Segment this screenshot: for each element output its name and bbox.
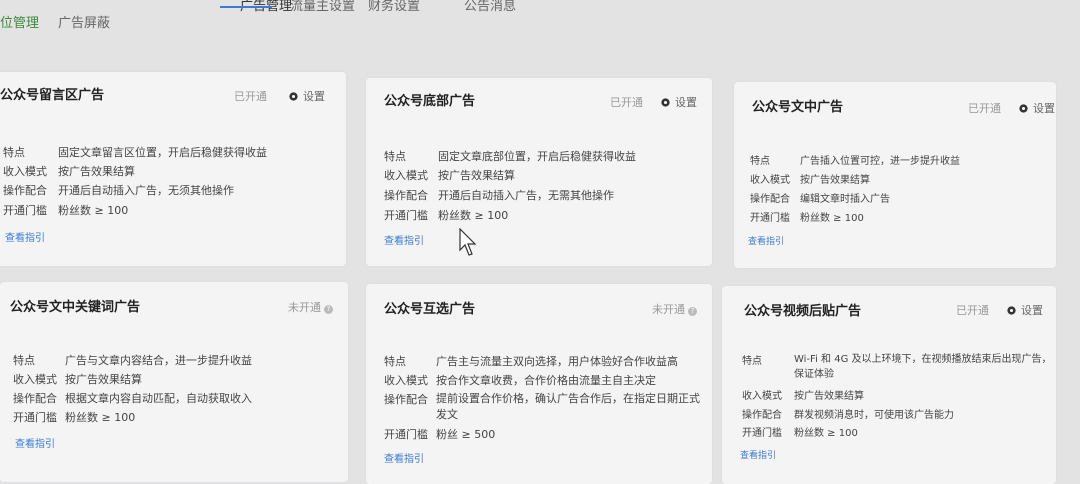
ad-card-video-post-roll: 公众号视频后贴广告 已开通 设置 特点 Wi-Fi 和 4G 及以上环境下，在视频…: [722, 286, 1056, 484]
feature-row: 特点 Wi-Fi 和 4G 及以上环境下，在视频播放结束后出现广告， 保证体验: [742, 354, 1052, 380]
status-badge: 已开通: [956, 304, 989, 317]
card-title: 公众号文中关键词广告: [10, 300, 141, 315]
help-icon[interactable]: ?: [324, 305, 333, 314]
threshold-row: 开通门槛 粉丝数 ≥ 100: [3, 204, 129, 217]
income-row: 收入模式 按合作文章收费，合作价格由流量主自主决定: [384, 374, 656, 387]
card-title: 公众号文中广告: [752, 100, 844, 115]
gear-icon: [289, 91, 298, 101]
feature-row: 特点 固定文章留言区位置，开启后稳健获得收益: [3, 146, 267, 159]
settings-button[interactable]: 设置: [1018, 100, 1055, 116]
operation-row: 操作配合 开通后自动插入广告，无需其他操作: [384, 189, 614, 202]
view-guide-link[interactable]: 查看指引: [740, 448, 776, 461]
view-guide-link[interactable]: 查看指引: [15, 435, 55, 450]
nav-finance-settings[interactable]: 财务设置: [368, 0, 420, 14]
subnav-ad-slot-management[interactable]: 位管理: [0, 12, 39, 31]
top-navigation: 广告管理 流量主设置 财务设置 公告消息: [0, 0, 1080, 14]
feature-row: 特点 固定文章底部位置，开启后稳健获得收益: [384, 150, 636, 163]
threshold-row: 开通门槛 粉丝数 ≥ 100: [750, 213, 864, 224]
card-title: 公众号互选广告: [384, 302, 476, 317]
settings-label: 设置: [1021, 304, 1043, 317]
income-row: 收入模式 按广告效果结算: [384, 169, 515, 182]
feature-row: 特点 广告与文章内容结合，进一步提升收益: [13, 354, 252, 367]
income-row: 收入模式 按广告效果结算: [13, 373, 142, 386]
threshold-row: 开通门槛 粉丝 ≥ 500: [384, 428, 496, 441]
threshold-row: 开通门槛 粉丝数 ≥ 100: [384, 209, 509, 222]
ad-card-in-article: 公众号文中广告 已开通 设置 特点 广告插入位置可控，进一步提升收益 收入模式 按广…: [734, 82, 1056, 268]
nav-announcements[interactable]: 公告消息: [464, 0, 516, 14]
feature-row: 特点 广告主与流量主双向选择，用户体验好合作收益高: [384, 355, 678, 368]
threshold-row: 开通门槛 粉丝数 ≥ 100: [742, 428, 858, 439]
view-guide-link[interactable]: 查看指引: [5, 229, 45, 244]
status-badge: 未开通?: [288, 299, 333, 315]
ad-card-mutual-selection: 公众号互选广告 未开通? 特点 广告主与流量主双向选择，用户体验好合作收益高 收入…: [366, 284, 712, 484]
gear-icon: [1019, 103, 1028, 113]
settings-button[interactable]: 设置: [660, 94, 697, 110]
subnav-ad-blocking[interactable]: 广告屏蔽: [58, 12, 110, 31]
operation-row: 操作配合 提前设置合作价格，确认广告合作后，在指定日期正式 发文: [384, 392, 700, 421]
settings-label: 设置: [675, 96, 697, 109]
view-guide-link[interactable]: 查看指引: [384, 450, 424, 465]
view-guide-link[interactable]: 查看指引: [384, 232, 424, 247]
view-guide-link[interactable]: 查看指引: [748, 234, 784, 247]
ad-card-bottom: 公众号底部广告 已开通 设置 特点 固定文章底部位置，开启后稳健获得收益 收入模式…: [366, 78, 712, 266]
settings-button[interactable]: 设置: [288, 88, 325, 104]
gear-icon: [661, 97, 670, 107]
threshold-row: 开通门槛 粉丝数 ≥ 100: [13, 411, 136, 424]
operation-row: 操作配合 根据文章内容自动匹配，自动获取收入: [13, 392, 252, 405]
status-badge: 已开通: [234, 90, 267, 103]
operation-row: 操作配合 开通后自动插入广告，无须其他操作: [3, 184, 234, 197]
income-row: 收入模式 按广告效果结算: [742, 391, 864, 402]
status-badge: 未开通?: [652, 301, 697, 317]
settings-label: 设置: [303, 90, 325, 103]
settings-button[interactable]: 设置: [1006, 302, 1043, 318]
operation-row: 操作配合 群发视频消息时，可使用该广告能力: [742, 410, 954, 421]
help-icon[interactable]: ?: [688, 307, 697, 316]
card-title: 公众号底部广告: [384, 94, 476, 109]
income-row: 收入模式 按广告效果结算: [750, 175, 870, 186]
status-badge: 已开通: [610, 96, 643, 109]
card-title: 公众号留言区广告: [0, 88, 105, 103]
feature-row: 特点 广告插入位置可控，进一步提升收益: [750, 156, 960, 167]
income-row: 收入模式 按广告效果结算: [3, 165, 135, 178]
gear-icon: [1007, 305, 1016, 315]
mouse-cursor-icon: [459, 228, 477, 256]
ad-card-keyword: 公众号文中关键词广告 未开通? 特点 广告与文章内容结合，进一步提升收益 收入模式…: [0, 282, 348, 482]
nav-active-indicator: [220, 6, 272, 8]
nav-traffic-settings[interactable]: 流量主设置: [290, 0, 355, 14]
settings-label: 设置: [1033, 102, 1055, 115]
ad-card-comment-area: 公众号留言区广告 已开通 设置 特点 固定文章留言区位置，开启后稳健获得收益 收入…: [0, 72, 346, 266]
card-title: 公众号视频后贴广告: [744, 304, 862, 319]
operation-row: 操作配合 编辑文章时插入广告: [750, 194, 890, 205]
status-badge: 已开通: [968, 102, 1001, 115]
